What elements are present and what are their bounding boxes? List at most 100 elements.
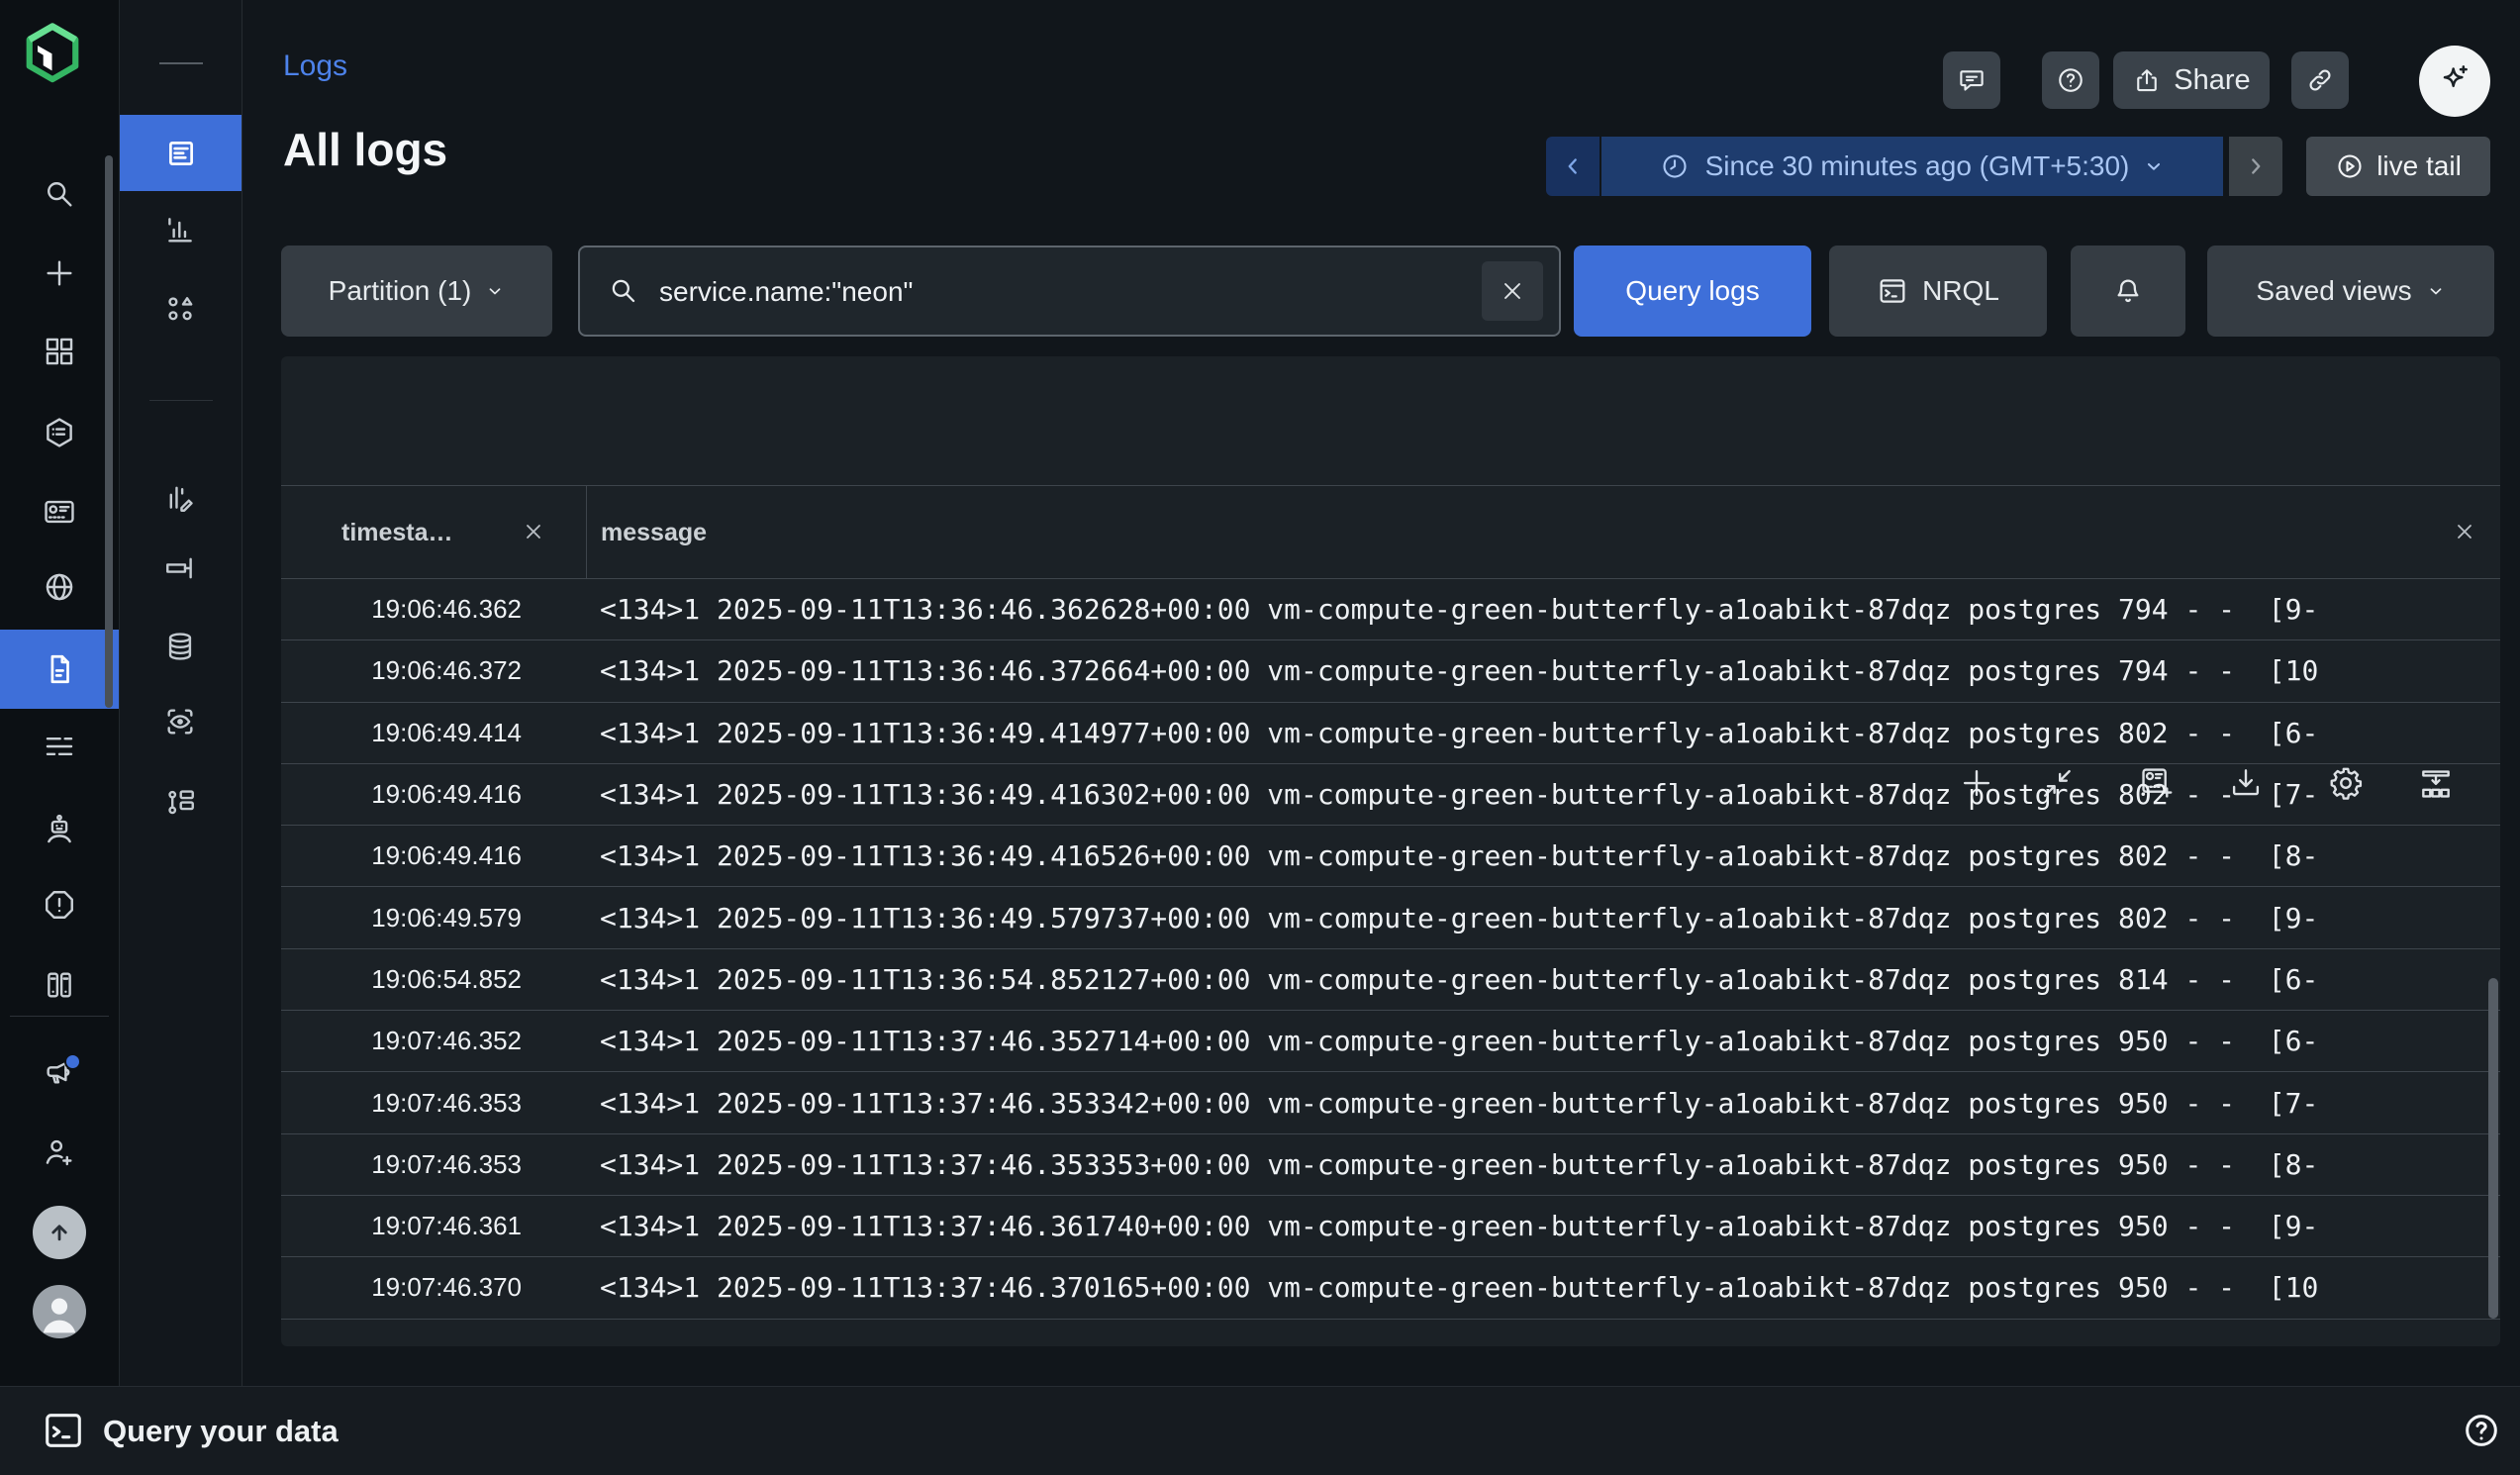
saved-views-dropdown[interactable]: Saved views xyxy=(2207,246,2494,337)
time-forward-button[interactable] xyxy=(2229,137,2282,196)
log-timestamp: 19:06:49.414 xyxy=(281,718,586,748)
dashboards-nav-button[interactable] xyxy=(32,484,87,540)
log-timestamp: 19:06:49.416 xyxy=(281,779,586,810)
log-row[interactable]: 19:07:46.370<134>1 2025-09-11T13:37:46.3… xyxy=(281,1257,2500,1319)
copy-link-button[interactable] xyxy=(2291,51,2349,109)
column-divider xyxy=(586,486,587,578)
timestamp-column-header[interactable]: timesta… xyxy=(341,519,453,547)
query-your-data-label[interactable]: Query your data xyxy=(103,1414,339,1449)
rail-divider xyxy=(10,1016,109,1017)
ai-assistant-nav-button[interactable] xyxy=(32,802,87,857)
whats-new-nav-button[interactable] xyxy=(32,1045,87,1101)
log-timestamp: 19:06:49.579 xyxy=(281,903,586,934)
logs-app: { "breadcrumb": { "label": "Logs" }, "pa… xyxy=(0,0,2520,1475)
log-row[interactable]: 19:06:49.416<134>1 2025-09-11T13:36:49.4… xyxy=(281,764,2500,826)
alert-condition-button[interactable] xyxy=(2071,246,2185,337)
footer-help-button[interactable] xyxy=(2461,1410,2502,1451)
partition-dropdown[interactable]: Partition (1) xyxy=(281,246,552,337)
footer-bar: Query your data xyxy=(0,1386,2520,1475)
terminal-icon xyxy=(1877,275,1908,307)
entities-nav-button[interactable] xyxy=(32,405,87,460)
all-logs-tab-active[interactable] xyxy=(120,115,242,191)
log-timestamp: 19:07:46.370 xyxy=(281,1272,586,1303)
nrql-button[interactable]: NRQL xyxy=(1829,246,2047,337)
saved-views-label: Saved views xyxy=(2256,275,2411,307)
patterns-tab[interactable] xyxy=(152,281,208,337)
rail2-divider xyxy=(149,400,213,401)
upgrade-button[interactable] xyxy=(33,1206,86,1259)
log-message: <134>1 2025-09-11T13:37:46.361740+00:00 … xyxy=(586,1210,2500,1242)
log-message: <134>1 2025-09-11T13:37:46.353342+00:00 … xyxy=(586,1087,2500,1120)
bell-icon xyxy=(2112,275,2144,307)
time-back-button[interactable] xyxy=(1546,137,1599,196)
log-message: <134>1 2025-09-11T13:36:49.579737+00:00 … xyxy=(586,902,2500,934)
secondary-nav-rail xyxy=(119,0,242,1386)
page-title: All logs xyxy=(283,123,447,176)
share-icon xyxy=(2132,65,2162,95)
log-row[interactable]: 19:06:46.372<134>1 2025-09-11T13:36:46.3… xyxy=(281,640,2500,702)
log-message: <134>1 2025-09-11T13:36:46.362628+00:00 … xyxy=(586,593,2500,626)
log-search-box xyxy=(578,246,1561,337)
obfuscation-tab[interactable] xyxy=(152,694,208,749)
live-tail-label: live tail xyxy=(2376,150,2462,182)
time-range-label: Since 30 minutes ago (GMT+5:30) xyxy=(1705,150,2130,182)
data-partitions-tab[interactable] xyxy=(152,619,208,674)
search-input[interactable] xyxy=(657,247,1443,337)
breadcrumb[interactable]: Logs xyxy=(283,49,347,83)
log-row[interactable]: 19:06:54.852<134>1 2025-09-11T13:36:54.8… xyxy=(281,949,2500,1011)
nrql-label: NRQL xyxy=(1922,275,1999,307)
log-settings-nav-button[interactable] xyxy=(32,719,87,774)
add-nav-button[interactable] xyxy=(32,246,87,301)
log-row[interactable]: 19:06:49.579<134>1 2025-09-11T13:36:49.5… xyxy=(281,887,2500,948)
log-message: <134>1 2025-09-11T13:36:49.416302+00:00 … xyxy=(586,778,2500,811)
log-row[interactable]: 19:06:49.416<134>1 2025-09-11T13:36:49.4… xyxy=(281,826,2500,887)
rail-scrollbar[interactable] xyxy=(105,155,113,708)
live-tail-button[interactable]: live tail xyxy=(2306,137,2490,196)
search-nav-button[interactable] xyxy=(32,166,87,222)
user-avatar[interactable] xyxy=(33,1285,86,1338)
log-timestamp: 19:06:54.852 xyxy=(281,964,586,995)
log-row[interactable]: 19:06:46.362<134>1 2025-09-11T13:36:46.3… xyxy=(281,579,2500,640)
log-row[interactable]: 19:07:46.353<134>1 2025-09-11T13:37:46.3… xyxy=(281,1072,2500,1133)
play-icon xyxy=(2335,151,2365,181)
log-message: <134>1 2025-09-11T13:36:46.372664+00:00 … xyxy=(586,654,2500,687)
log-row[interactable]: 19:07:46.361<134>1 2025-09-11T13:37:46.3… xyxy=(281,1196,2500,1257)
primary-nav-rail xyxy=(0,0,119,1386)
invite-user-nav-button[interactable] xyxy=(32,1125,87,1180)
feedback-button[interactable] xyxy=(1943,51,2000,109)
alerts-nav-button[interactable] xyxy=(32,877,87,933)
log-message: <134>1 2025-09-11T13:36:49.414977+00:00 … xyxy=(586,717,2500,749)
search-icon xyxy=(608,275,639,307)
log-message: <134>1 2025-09-11T13:36:49.416526+00:00 … xyxy=(586,839,2500,872)
share-button[interactable]: Share xyxy=(2113,51,2270,109)
log-message: <134>1 2025-09-11T13:36:54.852127+00:00 … xyxy=(586,963,2500,996)
livetail-bar-tab[interactable] xyxy=(152,541,208,596)
infrastructure-nav-button[interactable] xyxy=(32,957,87,1013)
apps-grid-nav-button[interactable] xyxy=(32,324,87,379)
log-timestamp: 19:07:46.352 xyxy=(281,1026,586,1056)
query-logs-label: Query logs xyxy=(1625,275,1759,307)
browser-nav-button[interactable] xyxy=(32,559,87,615)
attributes-chart-tab[interactable] xyxy=(152,202,208,257)
query-logs-button[interactable]: Query logs xyxy=(1574,246,1811,337)
share-label: Share xyxy=(2174,64,2250,97)
table-scrollbar[interactable] xyxy=(2488,978,2498,1319)
time-range-picker[interactable]: Since 30 minutes ago (GMT+5:30) xyxy=(1601,137,2223,196)
remove-message-column-button[interactable] xyxy=(2447,514,2482,549)
logs-nav-button-active[interactable] xyxy=(0,630,119,709)
message-column-header[interactable]: message xyxy=(601,519,707,547)
clear-search-button[interactable] xyxy=(1482,261,1543,321)
remove-timestamp-column-button[interactable] xyxy=(516,514,551,549)
collapse-handle[interactable] xyxy=(159,62,203,64)
log-row[interactable]: 19:07:46.353<134>1 2025-09-11T13:37:46.3… xyxy=(281,1134,2500,1196)
log-rows: 19:06:46.362<134>1 2025-09-11T13:36:46.3… xyxy=(281,579,2500,1320)
chevron-down-icon xyxy=(2143,155,2165,177)
log-row[interactable]: 19:06:49.414<134>1 2025-09-11T13:36:49.4… xyxy=(281,703,2500,764)
ai-assistant-button[interactable] xyxy=(2419,46,2490,117)
pipelines-tab[interactable] xyxy=(152,776,208,832)
help-button[interactable] xyxy=(2042,51,2099,109)
create-chart-tab[interactable] xyxy=(152,469,208,525)
new-relic-logo[interactable] xyxy=(22,22,83,83)
log-row[interactable]: 19:07:46.352<134>1 2025-09-11T13:37:46.3… xyxy=(281,1011,2500,1072)
log-message: <134>1 2025-09-11T13:37:46.353353+00:00 … xyxy=(586,1148,2500,1181)
